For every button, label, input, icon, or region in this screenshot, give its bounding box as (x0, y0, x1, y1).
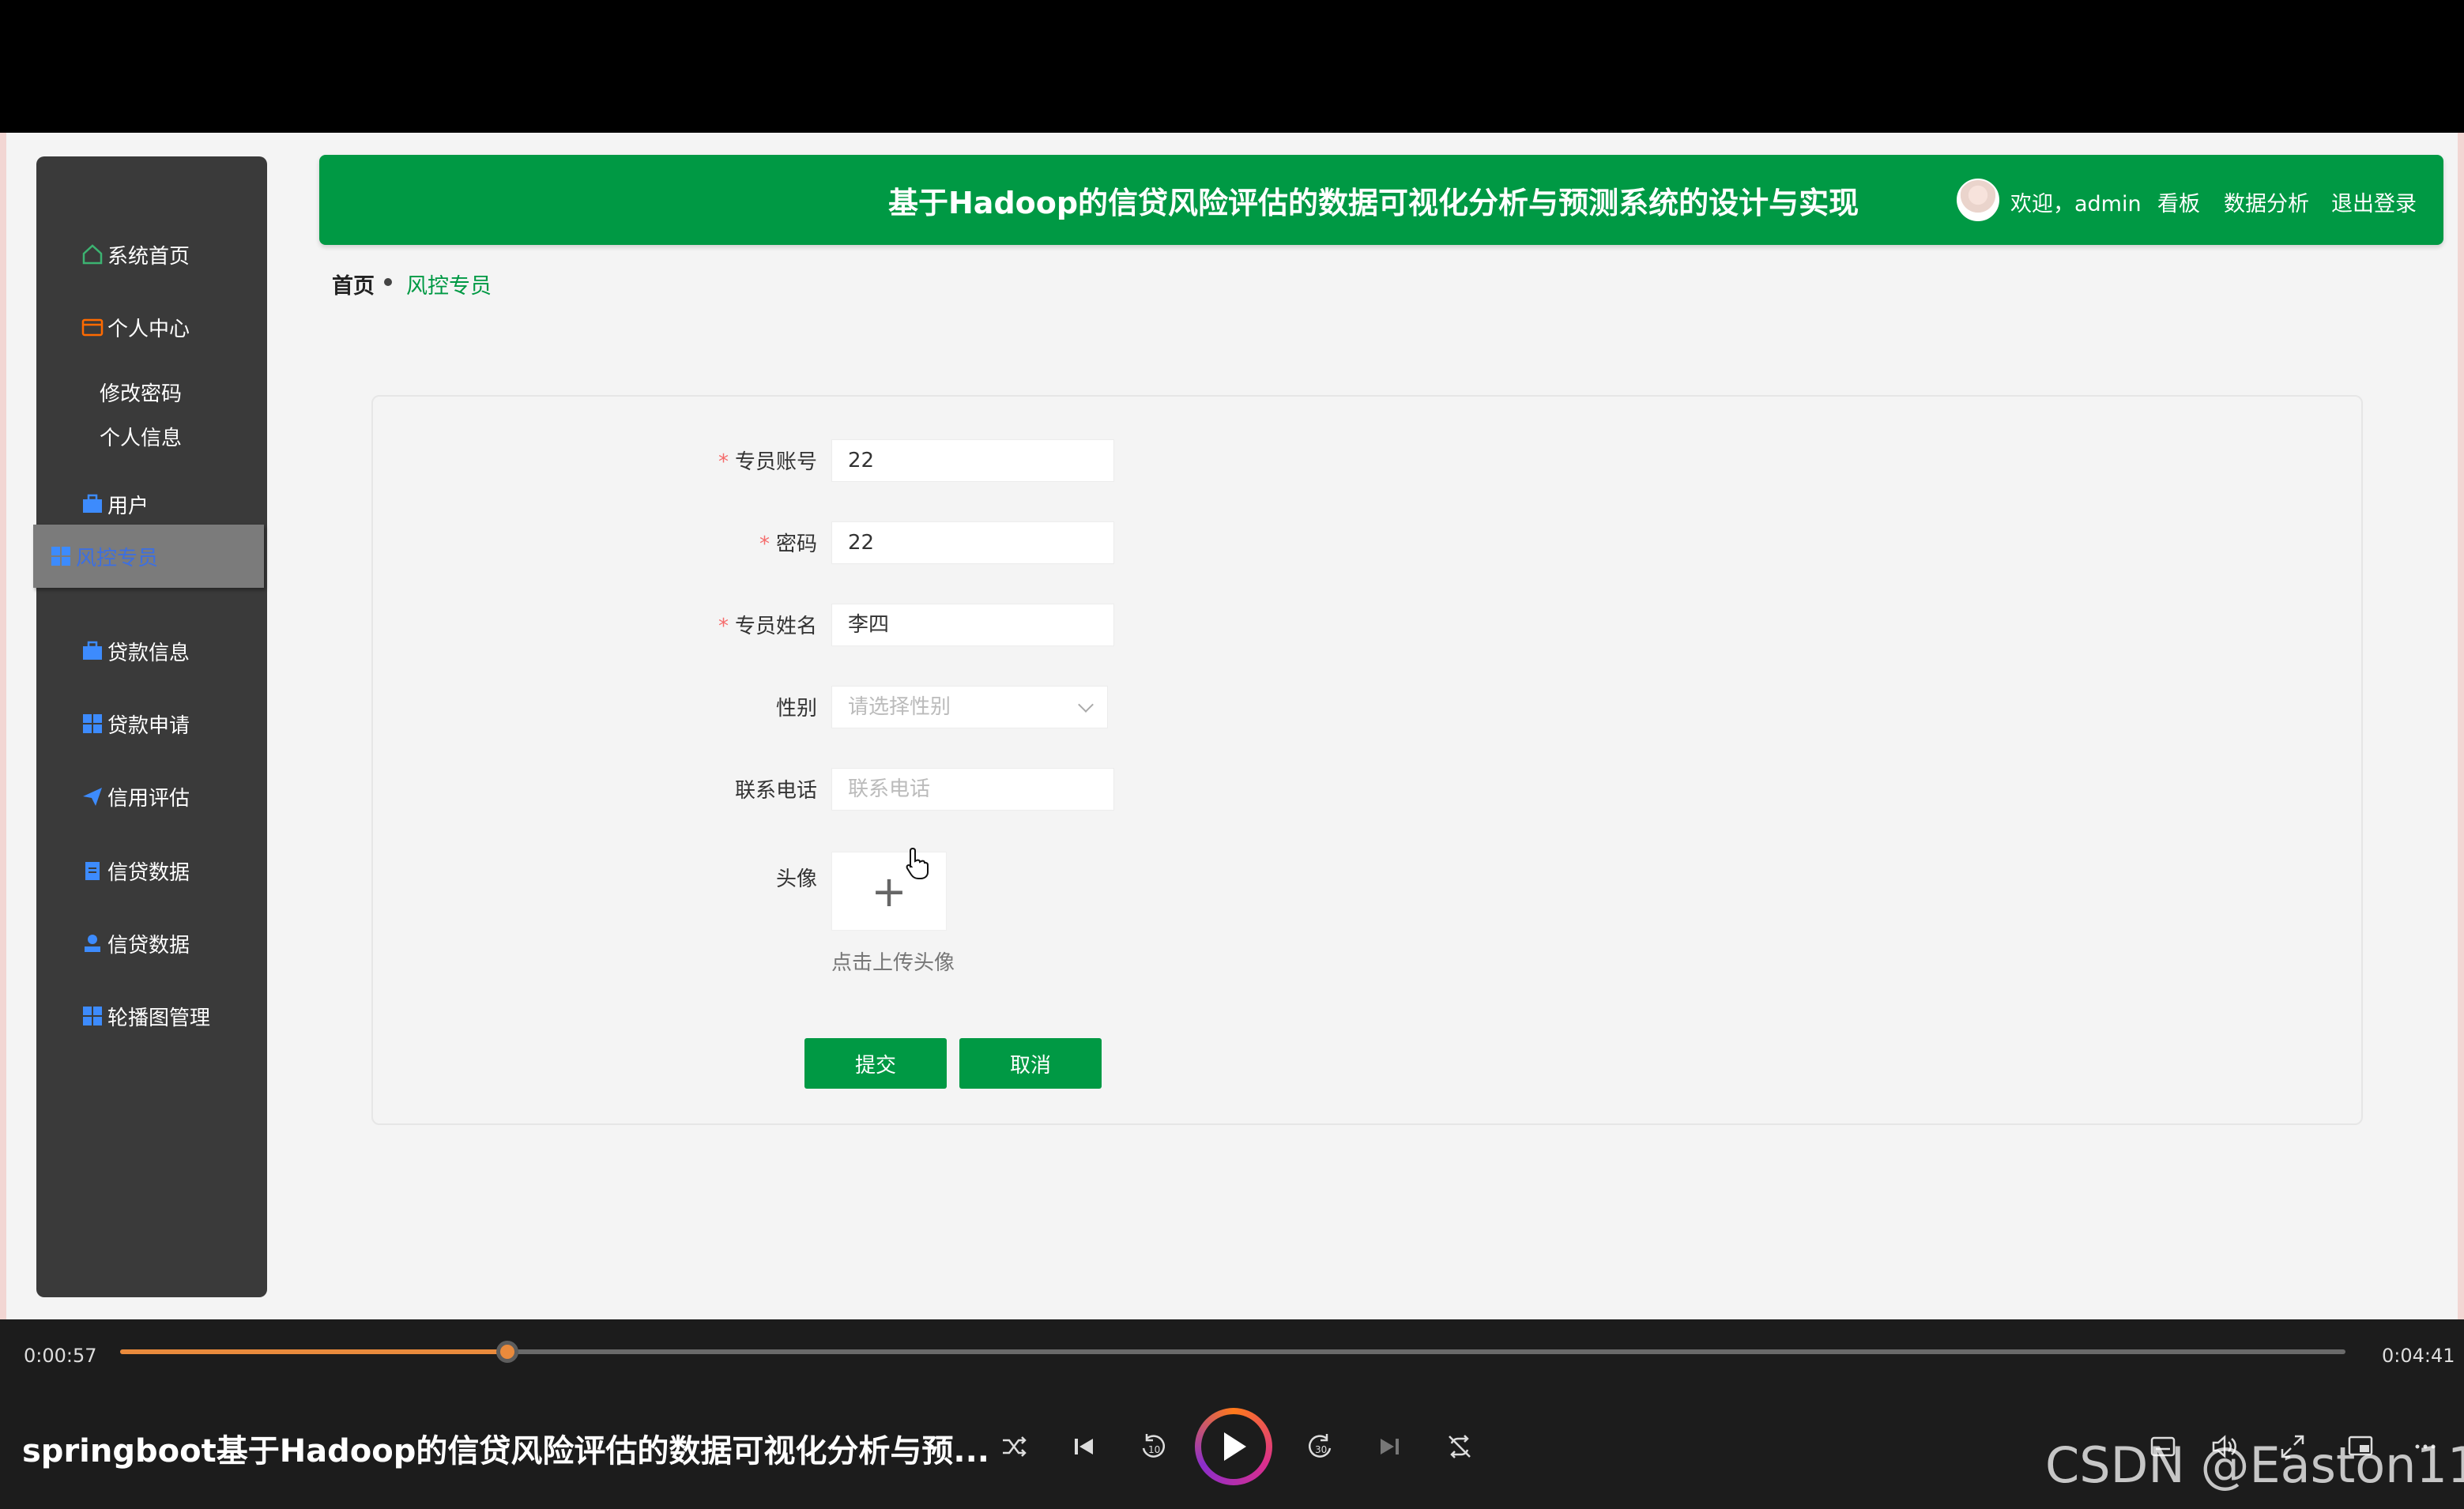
grid-icon (81, 1004, 104, 1028)
send-icon (81, 785, 104, 808)
app-window: 系统首页 个人中心 修改密码 个人信息 用户 贷款信息 贷款申请 信用评估 信贷… (0, 133, 2464, 1319)
avatar-upload-button[interactable]: + (831, 852, 947, 931)
required-mark: * (718, 615, 729, 638)
gender-select[interactable]: 请选择性别 (831, 686, 1108, 728)
sidebar-item-label: 用户 (107, 494, 149, 518)
sidebar-item-home[interactable]: 系统首页 (81, 239, 190, 270)
forward-30-icon[interactable]: 30 (1301, 1427, 1340, 1466)
account-label: * 专员账号 (718, 450, 817, 474)
sidebar-item-label: 系统首页 (107, 244, 190, 269)
progress-handle[interactable] (495, 1341, 518, 1363)
submit-button[interactable]: 提交 (804, 1038, 947, 1089)
sidebar-item-label: 轮播图管理 (107, 1006, 211, 1030)
account-input[interactable]: 22 (831, 439, 1114, 482)
page-title: 基于Hadoop的信贷风险评估的数据可视化分析与预测系统的设计与实现 (888, 186, 1859, 220)
play-icon (1201, 1414, 1266, 1479)
welcome-text: 欢迎，admin (2010, 192, 2142, 216)
form-card: * 专员账号 22 * 密码 22 * 专员姓名 李四 性别 请选择性别 联系电话 联… (371, 395, 2363, 1125)
sidebar-item-risk-specialist[interactable]: 风控专员 (33, 525, 264, 588)
sidebar-item-carousel-management[interactable]: 轮播图管理 (81, 1000, 210, 1032)
grid-icon (49, 544, 73, 568)
sidebar-item-label: 贷款信息 (107, 641, 190, 665)
sidebar: 系统首页 个人中心 修改密码 个人信息 用户 贷款信息 贷款申请 信用评估 信贷… (36, 156, 267, 1297)
password-label: * 密码 (759, 532, 817, 556)
progress-fill (120, 1349, 507, 1354)
shuffle-icon[interactable] (994, 1427, 1034, 1466)
breadcrumb-home[interactable]: 首页 (332, 269, 375, 299)
svg-text:10: 10 (1148, 1444, 1160, 1455)
name-label: * 专员姓名 (718, 615, 817, 638)
cancel-button[interactable]: 取消 (959, 1038, 1102, 1089)
required-mark: * (718, 450, 729, 474)
name-input[interactable]: 李四 (831, 604, 1114, 646)
sidebar-item-label: 贷款申请 (107, 713, 190, 738)
sidebar-item-label: 信贷数据 (107, 933, 190, 958)
home-icon (81, 243, 104, 266)
briefcase-icon (81, 492, 104, 516)
video-letterbox-top (0, 0, 2464, 133)
sidebar-item-loan-application[interactable]: 贷款申请 (81, 708, 190, 739)
chevron-down-icon (1078, 697, 1094, 713)
password-input[interactable]: 22 (831, 521, 1114, 564)
current-time: 0:00:57 (24, 1345, 97, 1367)
progress-bar[interactable] (120, 1341, 2345, 1363)
sidebar-item-label: 风控专员 (76, 546, 159, 570)
sidebar-item-credit-data-2[interactable]: 信贷数据 (81, 928, 190, 959)
user-icon (81, 931, 104, 955)
nav-dashboard[interactable]: 看板 (2157, 186, 2200, 217)
rewind-10-icon[interactable]: 10 (1133, 1427, 1173, 1466)
clipboard-icon (81, 859, 104, 882)
phone-input[interactable]: 联系电话 (831, 768, 1114, 811)
next-icon[interactable] (1370, 1427, 1410, 1466)
sidebar-item-credit-evaluation[interactable]: 信用评估 (81, 781, 190, 812)
required-mark: * (759, 532, 770, 556)
watermark: CSDN @Easton111 (2045, 1436, 2464, 1494)
upload-hint: 点击上传头像 (831, 951, 955, 975)
loop-off-icon[interactable] (1440, 1427, 1479, 1466)
sidebar-item-personal-center[interactable]: 个人中心 (81, 311, 190, 343)
avatar-label: 头像 (775, 867, 817, 891)
svg-text:30: 30 (1315, 1444, 1327, 1455)
nav-data-analysis[interactable]: 数据分析 (2224, 186, 2309, 217)
sidebar-item-label: 个人中心 (107, 317, 190, 341)
breadcrumb-separator (384, 278, 392, 286)
video-title: springboot基于Hadoop的信贷风险评估的数据可视化分析与预... (22, 1433, 989, 1469)
gender-placeholder: 请选择性别 (848, 695, 951, 719)
sidebar-item-users[interactable]: 用户 (81, 488, 149, 520)
sidebar-item-loan-info[interactable]: 贷款信息 (81, 635, 190, 667)
sidebar-subitem-change-password[interactable]: 修改密码 (100, 378, 182, 407)
play-button[interactable] (1195, 1408, 1272, 1485)
hand-cursor-icon (906, 847, 929, 879)
wallet-icon (81, 315, 104, 339)
nav-logout[interactable]: 退出登录 (2331, 186, 2417, 217)
sidebar-item-label: 信贷数据 (107, 860, 190, 885)
plus-icon: + (871, 866, 907, 916)
phone-label: 联系电话 (734, 779, 817, 803)
top-header: 基于Hadoop的信贷风险评估的数据可视化分析与预测系统的设计与实现 欢迎，ad… (319, 155, 2443, 245)
briefcase-icon (81, 639, 104, 663)
avatar[interactable] (1957, 179, 1999, 221)
sidebar-subitem-personal-info[interactable]: 个人信息 (100, 422, 182, 451)
gender-label: 性别 (775, 697, 817, 721)
sidebar-item-label: 信用评估 (107, 786, 190, 811)
breadcrumb-current: 风控专员 (406, 274, 492, 299)
grid-icon (81, 712, 104, 736)
previous-icon[interactable] (1064, 1427, 1103, 1466)
total-time: 0:04:41 (2382, 1345, 2455, 1367)
sidebar-item-credit-data-1[interactable]: 信贷数据 (81, 855, 190, 886)
